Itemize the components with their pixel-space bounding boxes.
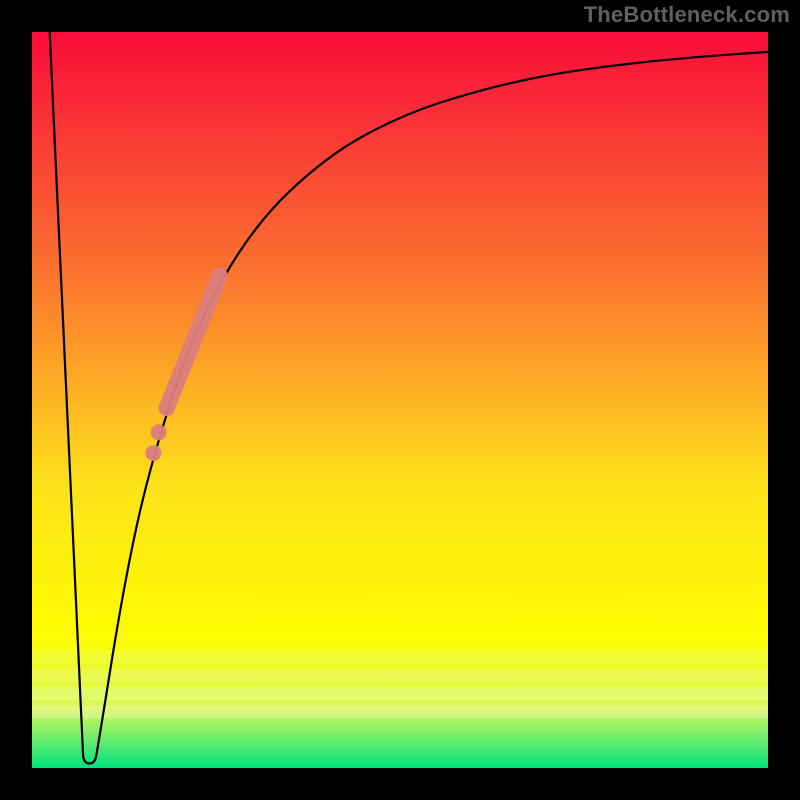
highlighted-dot-0 [151,424,167,440]
chart-frame: TheBottleneck.com [0,0,800,800]
bottleneck-chart [0,0,800,800]
attribution-text: TheBottleneck.com [584,2,790,28]
highlighted-dot-1 [145,445,161,461]
